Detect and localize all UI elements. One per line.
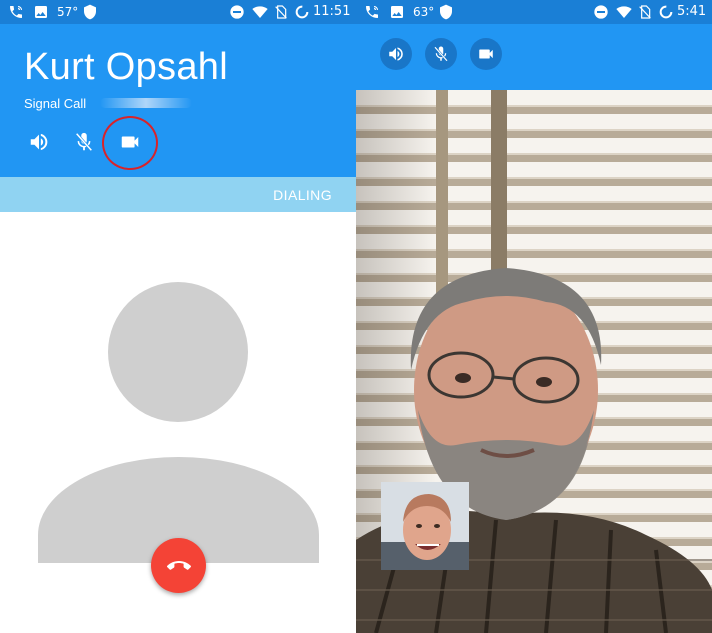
status-bar: 63° 5:41 bbox=[356, 0, 712, 24]
mute-button[interactable] bbox=[64, 122, 104, 162]
wifi-icon bbox=[252, 6, 268, 18]
speaker-icon bbox=[389, 47, 403, 61]
clock: 5:41 bbox=[677, 4, 707, 19]
clock: 11:51 bbox=[313, 4, 351, 19]
mic-off-icon bbox=[75, 132, 93, 152]
status-bar: 57° 11:51 bbox=[0, 0, 356, 24]
end-call-icon bbox=[166, 560, 191, 570]
phone-wifi-icon bbox=[366, 6, 378, 18]
avatar-head bbox=[108, 282, 248, 422]
mic-off-icon bbox=[434, 46, 448, 62]
contact-name: Kurt Opsahl bbox=[24, 46, 228, 88]
temperature: 57° bbox=[57, 5, 79, 19]
video-call-screen: 63° 5:41 bbox=[356, 0, 712, 633]
self-view-image bbox=[381, 482, 469, 570]
temperature: 63° bbox=[413, 5, 435, 19]
no-sim-icon bbox=[639, 5, 651, 19]
video-toggle-button[interactable] bbox=[470, 38, 502, 70]
remote-video-feed bbox=[356, 90, 712, 633]
dialing-screen: 57° 11:51 Kurt Opsahl Signal Call DIALIN… bbox=[0, 0, 356, 633]
video-camera-icon bbox=[479, 49, 493, 59]
do-not-disturb-icon bbox=[594, 5, 608, 19]
do-not-disturb-icon bbox=[230, 5, 244, 19]
speaker-button[interactable] bbox=[19, 122, 59, 162]
shield-icon bbox=[84, 4, 96, 20]
video-button-highlight bbox=[102, 116, 158, 170]
call-status: DIALING bbox=[273, 187, 332, 203]
mute-button[interactable] bbox=[425, 38, 457, 70]
image-icon bbox=[35, 6, 47, 18]
call-header: Kurt Opsahl Signal Call bbox=[0, 24, 356, 177]
video-call-controls-bar bbox=[356, 24, 712, 90]
speaker-icon bbox=[30, 133, 48, 151]
no-sim-icon bbox=[275, 5, 287, 19]
battery-ring-icon bbox=[659, 5, 673, 19]
end-call-button[interactable] bbox=[151, 538, 206, 593]
wifi-icon bbox=[616, 6, 632, 18]
call-status-band: DIALING bbox=[0, 177, 356, 212]
phone-wifi-icon bbox=[10, 6, 22, 18]
call-type-label: Signal Call bbox=[24, 96, 87, 111]
redacted-number bbox=[100, 98, 192, 108]
self-view-preview[interactable] bbox=[381, 482, 469, 570]
image-icon bbox=[391, 6, 403, 18]
battery-ring-icon bbox=[295, 5, 309, 19]
shield-icon bbox=[440, 4, 452, 20]
speaker-button[interactable] bbox=[380, 38, 412, 70]
